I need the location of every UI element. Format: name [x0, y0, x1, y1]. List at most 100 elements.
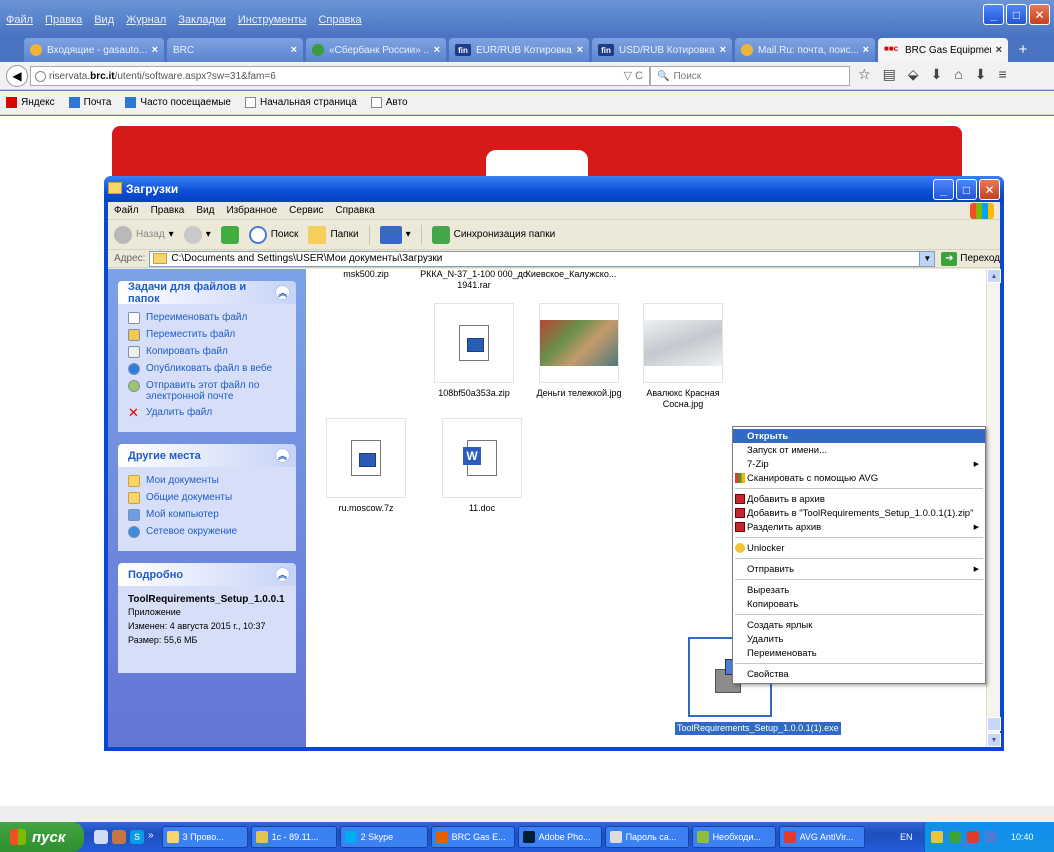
clock[interactable]: 10:40	[1011, 832, 1034, 842]
menu-view[interactable]: Вид	[94, 14, 114, 26]
addon-download-icon[interactable]: ⬇	[975, 66, 987, 83]
bookmark-yandex[interactable]: Яндекс	[6, 97, 55, 108]
address-input[interactable]: C:\Documents and Settings\USER\Мои докум…	[149, 250, 936, 267]
reading-list-icon[interactable]: ▤	[883, 66, 896, 83]
close-tab-icon[interactable]: ×	[720, 44, 726, 56]
taskbar-button-1c[interactable]: 1c - 89.11...	[250, 826, 337, 848]
bookmark-most-visited[interactable]: Часто посещаемые	[125, 97, 231, 108]
scroll-thumb[interactable]	[987, 717, 1001, 731]
search-button[interactable]: Поиск	[248, 225, 298, 244]
menu-item-run-as[interactable]: Запуск от имени...	[733, 443, 985, 457]
taskbar-button-skype[interactable]: 2 Skype	[339, 826, 428, 848]
pocket-icon[interactable]: ⬙	[908, 66, 919, 83]
move-file-link[interactable]: Переместить файл	[128, 329, 288, 341]
taskbar-button-explorer[interactable]: 3 Прово...	[161, 826, 248, 848]
network-link[interactable]: Сетевое окружение	[128, 526, 288, 538]
menu-tools[interactable]: Инструменты	[238, 14, 307, 26]
minimize-button[interactable]: _	[983, 4, 1004, 25]
taskbar-button-password[interactable]: Пароль са...	[604, 826, 689, 848]
menu-help[interactable]: Справка	[318, 14, 361, 26]
tab-eur-rub[interactable]: fin EUR/RUB Котировка... ×	[449, 38, 589, 62]
panel-header[interactable]: Задачи для файлов и папок ︽	[118, 281, 296, 305]
tray-network-icon[interactable]	[985, 831, 997, 843]
menu-history[interactable]: Журнал	[126, 14, 166, 26]
chevron-down-icon[interactable]: ▼	[919, 251, 935, 266]
back-button[interactable]: ◀	[6, 65, 28, 87]
bookmark-mail[interactable]: Почта	[68, 97, 111, 108]
shared-documents-link[interactable]: Общие документы	[128, 492, 288, 504]
menu-item-unlocker[interactable]: Unlocker	[733, 541, 985, 555]
language-indicator[interactable]: EN	[900, 832, 913, 842]
tab-mail-inbox[interactable]: Входящие - gasauto... ×	[24, 38, 164, 62]
vertical-scrollbar[interactable]: ▲ ▼	[986, 269, 1001, 747]
file-item[interactable]: Деньги тележкой.jpg	[524, 303, 634, 399]
close-tab-icon[interactable]: ×	[152, 44, 158, 56]
close-button[interactable]: ✕	[1029, 4, 1050, 25]
minimize-button[interactable]: _	[933, 179, 954, 200]
file-item[interactable]: РККА_N-37_1-100 000_до 1941.rar	[419, 269, 529, 291]
tab-brc-gas-equipment[interactable]: ■■c BRC Gas Equipment ×	[878, 38, 1008, 62]
more-icon[interactable]: »	[148, 830, 154, 844]
delete-file-link[interactable]: ✕ Удалить файл	[128, 406, 288, 419]
menu-tools[interactable]: Сервис	[289, 205, 323, 216]
tab-usd-rub[interactable]: fin USD/RUB Котировка... ×	[592, 38, 732, 62]
file-item[interactable]: 108bf50a353a.zip	[419, 303, 529, 399]
menu-item-avg-scan[interactable]: Сканировать с помощью AVG	[733, 471, 985, 485]
skype-icon[interactable]: S	[130, 830, 144, 844]
menu-help[interactable]: Справка	[335, 205, 374, 216]
taskbar-button-avg[interactable]: AVG AntiVir...	[778, 826, 865, 848]
file-item[interactable]: Авалюкс Красная Сосна.jpg	[628, 303, 738, 410]
tray-avg-icon[interactable]	[967, 831, 979, 843]
browser-icon[interactable]	[112, 830, 126, 844]
url-bar[interactable]: riservata. brc.it/utenti/software.aspx?sw…	[30, 66, 650, 86]
my-computer-link[interactable]: Мой компьютер	[128, 509, 288, 521]
rename-file-link[interactable]: Переименовать файл	[128, 312, 288, 324]
maximize-button[interactable]: □	[956, 179, 977, 200]
close-tab-icon[interactable]: ×	[577, 44, 583, 56]
menu-item-properties[interactable]: Свойства	[733, 667, 985, 681]
bookmark-start-page[interactable]: Начальная страница	[244, 97, 357, 108]
menu-item-cut[interactable]: Вырезать	[733, 583, 985, 597]
bookmark-star-icon[interactable]: ☆	[858, 66, 871, 83]
menu-edit[interactable]: Правка	[151, 205, 185, 216]
copy-file-link[interactable]: Копировать файл	[128, 346, 288, 358]
go-button[interactable]: ➜ Переход	[941, 251, 1000, 266]
menu-item-add-archive[interactable]: Добавить в архив	[733, 492, 985, 506]
file-item[interactable]: ru.moscow.7z	[311, 418, 421, 514]
reload-icon[interactable]: ▽ C	[624, 69, 643, 82]
close-tab-icon[interactable]: ×	[863, 44, 869, 56]
file-item[interactable]: msk500.zip	[311, 269, 421, 280]
email-file-link[interactable]: Отправить этот файл по электронной почте	[128, 380, 288, 402]
panel-header[interactable]: Подробно ︽	[118, 563, 296, 586]
taskbar-button-needed[interactable]: Необходи...	[691, 826, 776, 848]
hamburger-menu-icon[interactable]: ≡	[999, 66, 1007, 83]
scroll-up-icon[interactable]: ▲	[987, 269, 1001, 283]
tab-mailru[interactable]: Mail.Ru: почта, поис... ×	[735, 38, 875, 62]
taskbar-button-photoshop[interactable]: Adobe Pho...	[517, 826, 602, 848]
new-tab-button[interactable]: +	[1011, 36, 1035, 62]
close-tab-icon[interactable]: ×	[996, 44, 1002, 56]
taskbar-button-firefox[interactable]: BRC Gas E...	[430, 826, 515, 848]
menu-view[interactable]: Вид	[196, 205, 214, 216]
menu-favorites[interactable]: Избранное	[226, 205, 277, 216]
menu-item-send-to[interactable]: Отправить ▶	[733, 562, 985, 576]
file-item[interactable]: W 11.doc	[427, 418, 537, 514]
desktop-icon[interactable]	[94, 830, 108, 844]
menu-bookmarks[interactable]: Закладки	[178, 14, 226, 26]
bookmark-auto[interactable]: Авто	[370, 97, 408, 108]
back-button[interactable]: Назад ▾	[114, 225, 174, 244]
start-button[interactable]: пуск	[0, 822, 84, 852]
close-tab-icon[interactable]: ×	[434, 44, 440, 56]
panel-header[interactable]: Другие места ︽	[118, 444, 296, 467]
collapse-icon[interactable]: ︽	[275, 448, 290, 463]
search-input[interactable]: 🔍 Поиск	[650, 66, 850, 86]
folders-button[interactable]: Папки	[308, 225, 359, 244]
menu-item-copy[interactable]: Копировать	[733, 597, 985, 611]
collapse-icon[interactable]: ︽	[275, 285, 290, 300]
tab-brc[interactable]: BRC ×	[167, 38, 303, 62]
tab-sberbank[interactable]: «Сбербанк России» ... ×	[306, 38, 446, 62]
views-button[interactable]: ▾	[379, 225, 411, 244]
menu-item-7zip[interactable]: 7-Zip ▶	[733, 457, 985, 471]
my-documents-link[interactable]: Мои документы	[128, 475, 288, 487]
menu-file[interactable]: Файл	[6, 14, 33, 26]
